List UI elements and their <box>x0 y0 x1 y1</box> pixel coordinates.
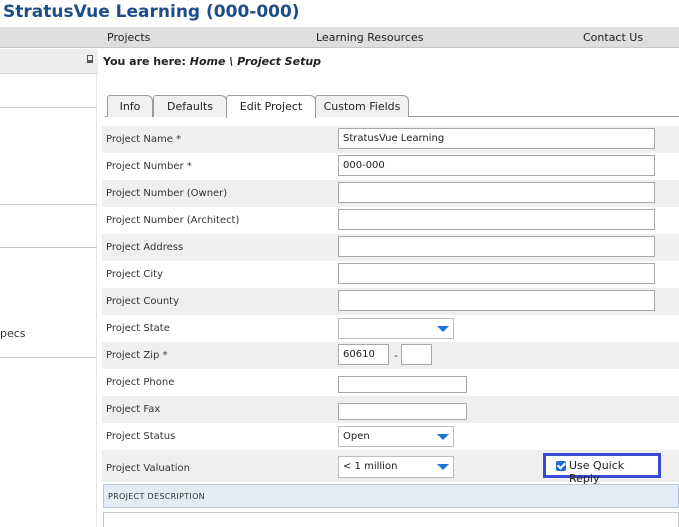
chevron-down-icon <box>437 434 449 440</box>
project-number-input[interactable]: 000-000 <box>338 155 655 176</box>
project-phone-label: Project Phone <box>106 377 175 388</box>
project-state-select[interactable] <box>338 318 454 339</box>
sidebar-divider <box>0 107 97 108</box>
sidebar-divider <box>0 204 97 205</box>
form-row-project-address: Project Address <box>102 234 679 261</box>
project-valuation-value: < 1 million <box>343 461 398 472</box>
quick-reply-label[interactable]: Use Quick Reply <box>569 459 658 485</box>
project-fax-label: Project Fax <box>106 404 161 415</box>
chevron-down-icon <box>437 464 449 470</box>
form-row-project-phone: Project Phone <box>102 369 679 396</box>
form-row-project-name: Project Name * StratusVue Learning <box>102 126 679 153</box>
top-navigation: Projects Learning Resources Contact Us <box>0 27 679 48</box>
sidebar: pecs <box>0 74 97 527</box>
project-city-label: Project City <box>106 269 163 280</box>
project-status-select[interactable]: Open <box>338 426 454 447</box>
tab-custom-fields[interactable]: Custom Fields <box>315 95 409 117</box>
nav-projects[interactable]: Projects <box>107 31 150 44</box>
breadcrumb: You are here: Home \ Project Setup <box>103 55 321 68</box>
project-zip-input[interactable]: 60610 <box>338 344 389 365</box>
project-address-input[interactable] <box>338 236 655 257</box>
project-number-owner-input[interactable] <box>338 182 655 203</box>
form-row-project-status: Project Status Open <box>102 423 679 450</box>
tab-bar: Info Defaults Edit Project Custom Fields <box>105 95 679 118</box>
tab-info[interactable]: Info <box>107 95 153 117</box>
project-description-title: Project Description <box>108 492 205 501</box>
project-description-header: Project Description <box>103 484 679 508</box>
form-row-project-county: Project County <box>102 288 679 315</box>
project-phone-input[interactable] <box>338 376 467 393</box>
project-city-input[interactable] <box>338 263 655 284</box>
form-row-project-zip: Project Zip * 60610 - <box>102 342 679 369</box>
pin-icon[interactable] <box>87 55 93 63</box>
breadcrumb-separator: \ <box>229 55 234 68</box>
quick-reply-option[interactable]: Use Quick Reply <box>543 453 661 485</box>
app-title-bar: StratusVue Learning (000-000) <box>0 0 679 26</box>
project-zip-ext-input[interactable] <box>401 344 432 365</box>
form-row-project-city: Project City <box>102 261 679 288</box>
nav-contact-us[interactable]: Contact Us <box>583 31 643 44</box>
form-row-project-number-owner: Project Number (Owner) <box>102 180 679 207</box>
project-number-label: Project Number * <box>106 161 192 172</box>
project-valuation-label: Project Valuation <box>106 463 190 474</box>
nav-learning-resources[interactable]: Learning Resources <box>316 31 423 44</box>
form-row-project-state: Project State <box>102 315 679 342</box>
sidebar-item-specs[interactable]: pecs <box>0 327 26 340</box>
form-row-project-number: Project Number * 000-000 <box>102 153 679 180</box>
quick-reply-checkbox[interactable] <box>556 461 566 471</box>
project-valuation-select[interactable]: < 1 million <box>338 456 454 478</box>
project-description-editor[interactable] <box>103 512 679 527</box>
sidebar-header <box>0 49 98 74</box>
zip-separator: - <box>394 349 398 362</box>
breadcrumb-prefix: You are here: <box>103 55 186 68</box>
project-address-label: Project Address <box>106 242 184 253</box>
project-name-input[interactable]: StratusVue Learning <box>338 128 655 149</box>
app-title: StratusVue Learning (000-000) <box>3 2 300 22</box>
project-state-label: Project State <box>106 323 170 334</box>
sidebar-divider <box>0 247 97 248</box>
form-row-project-number-architect: Project Number (Architect) <box>102 207 679 234</box>
project-zip-label: Project Zip * <box>106 350 168 361</box>
tab-defaults[interactable]: Defaults <box>153 95 227 117</box>
project-status-label: Project Status <box>106 431 176 442</box>
project-name-label: Project Name * <box>106 134 182 145</box>
chevron-down-icon <box>437 326 449 332</box>
project-number-owner-label: Project Number (Owner) <box>106 188 228 199</box>
project-fax-input[interactable] <box>338 403 467 420</box>
sidebar-divider <box>0 357 97 358</box>
form-row-project-valuation: Project Valuation < 1 million Use Quick … <box>102 450 679 485</box>
breadcrumb-current: Project Setup <box>237 55 322 68</box>
project-number-architect-label: Project Number (Architect) <box>106 215 240 226</box>
project-number-architect-input[interactable] <box>338 209 655 230</box>
tab-edit-project[interactable]: Edit Project <box>226 95 316 118</box>
project-county-input[interactable] <box>338 290 655 311</box>
form-row-project-fax: Project Fax <box>102 396 679 423</box>
breadcrumb-home[interactable]: Home <box>190 55 226 68</box>
project-status-value: Open <box>343 431 370 442</box>
project-county-label: Project County <box>106 296 180 307</box>
